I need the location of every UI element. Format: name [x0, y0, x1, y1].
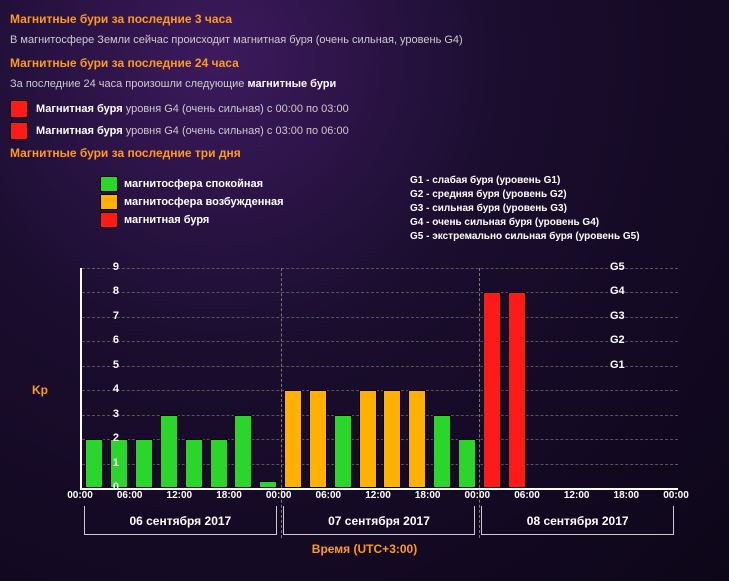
- day-label: 06 сентября 2017: [85, 514, 276, 528]
- legend-g-row: G1 - слабая буря (уровень G1): [410, 174, 640, 188]
- y-tick: 5: [99, 359, 119, 371]
- kp-bar: [483, 292, 501, 488]
- g-tick: G3: [610, 310, 636, 322]
- current-status: В магнитосфере Земли сейчас происходит м…: [10, 34, 719, 46]
- heading-3h: Магнитные бури за последние 3 часа: [10, 12, 719, 26]
- kp-bar: [383, 390, 401, 488]
- x-tick: 00:00: [663, 490, 689, 501]
- x-tick: 00:00: [67, 490, 93, 501]
- x-tick: 18:00: [216, 490, 242, 501]
- legend-g-row: G5 - экстремально сильная буря (уровень …: [410, 230, 640, 244]
- severity-swatch: [10, 122, 28, 140]
- heading-24h: Магнитные бури за последние 24 часа: [10, 56, 719, 70]
- legend-text: магнитосфера спокойная: [124, 178, 263, 190]
- legend-g-row: G4 - очень сильная буря (уровень G4): [410, 216, 640, 230]
- day-label: 08 сентября 2017: [482, 514, 673, 528]
- g-tick: G1: [610, 359, 636, 371]
- x-tick: 06:00: [514, 490, 540, 501]
- legend-states: магнитосфера спокойная магнитосфера возбу…: [100, 174, 284, 230]
- g-tick: G5: [610, 261, 636, 273]
- day-bracket: 07 сентября 2017: [283, 506, 476, 535]
- x-tick: 12:00: [365, 490, 391, 501]
- day-bracket: 08 сентября 2017: [481, 506, 674, 535]
- x-tick: 00:00: [266, 490, 292, 501]
- severity-swatch: [10, 100, 28, 118]
- x-tick: 00:00: [465, 490, 491, 501]
- kp-bar: [284, 390, 302, 488]
- kp-bar: [359, 390, 377, 488]
- y-tick: 2: [99, 432, 119, 444]
- x-ticks: 00:00 06:00 12:00 18:00 00:00 06:00 12:00 18:00…: [80, 490, 676, 504]
- kp-bar: [160, 415, 178, 488]
- kp-bar: [508, 292, 526, 488]
- storm-row: Магнитная буря уровня G4 (очень сильная)…: [10, 122, 719, 140]
- x-tick: 18:00: [415, 490, 441, 501]
- legend-swatch: [100, 194, 118, 210]
- y-tick: 7: [99, 310, 119, 322]
- storm-label: Магнитная буря уровня G4 (очень сильная)…: [36, 103, 349, 115]
- kp-bar: [135, 439, 153, 488]
- kp-bar: [309, 390, 327, 488]
- kp-bar: [458, 439, 476, 488]
- x-tick: 06:00: [117, 490, 143, 501]
- kp-bar: [408, 390, 426, 488]
- y-tick: 1: [99, 457, 119, 469]
- legend-g-row: G2 - средняя буря (уровень G2): [410, 188, 640, 202]
- x-tick: 18:00: [614, 490, 640, 501]
- g-tick: G4: [610, 285, 636, 297]
- x-tick: 12:00: [167, 490, 193, 501]
- legend-text: магнитосфера возбужденная: [124, 196, 284, 208]
- kp-bar: [210, 439, 228, 488]
- y-tick: 4: [99, 383, 119, 395]
- intro-24h: За последние 24 часа произошли следующие…: [10, 78, 719, 90]
- kp-bar: [185, 439, 203, 488]
- storm-row: Магнитная буря уровня G4 (очень сильная)…: [10, 100, 719, 118]
- y-tick: 6: [99, 334, 119, 346]
- day-label: 07 сентября 2017: [284, 514, 475, 528]
- kp-bar: [334, 415, 352, 488]
- y-tick: 8: [99, 285, 119, 297]
- legend-g-row: G3 - сильная буря (уровень G3): [410, 202, 640, 216]
- legend-swatch: [100, 176, 118, 192]
- x-tick: 12:00: [564, 490, 590, 501]
- legend-text: магнитная буря: [124, 214, 209, 226]
- y-axis-label: Kp: [32, 383, 48, 397]
- kp-bar: [234, 415, 252, 488]
- storm-list: Магнитная буря уровня G4 (очень сильная)…: [10, 100, 719, 140]
- day-bracket: 06 сентября 2017: [84, 506, 277, 535]
- y-tick: 9: [99, 261, 119, 273]
- y-tick: 3: [99, 408, 119, 420]
- g-tick: G2: [610, 334, 636, 346]
- kp-bar: [433, 415, 451, 488]
- x-tick: 06:00: [316, 490, 342, 501]
- plot-area: [80, 268, 678, 490]
- legend-g-scale: G1 - слабая буря (уровень G1)G2 - средня…: [410, 174, 640, 244]
- storm-label: Магнитная буря уровня G4 (очень сильная)…: [36, 125, 349, 137]
- legend-swatch: [100, 212, 118, 228]
- kp-chart: магнитосфера спокойная магнитосфера возбу…: [10, 168, 719, 558]
- x-axis-label: Время (UTC+3:00): [10, 542, 719, 556]
- heading-3d: Магнитные бури за последние три дня: [10, 146, 719, 160]
- kp-bar: [259, 481, 277, 488]
